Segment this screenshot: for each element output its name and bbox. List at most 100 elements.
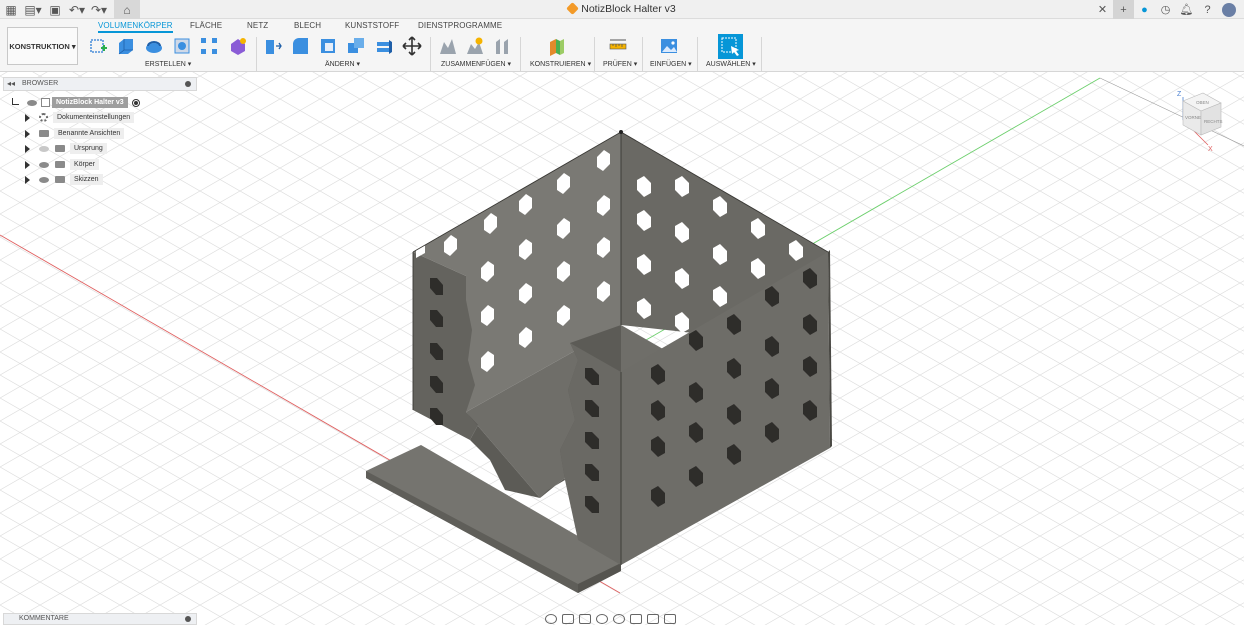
orbit-icon[interactable] [545, 613, 557, 624]
user-avatar[interactable] [1222, 2, 1236, 17]
tree-item-benannte-ansichten[interactable]: Benannte Ansichten [25, 127, 125, 140]
ribbon-separator [594, 37, 595, 71]
ribbon-separator [697, 37, 698, 71]
tree-item-koerper[interactable]: Körper [25, 158, 100, 171]
component-icon [41, 98, 50, 107]
joint-icon[interactable] [465, 36, 485, 56]
add-comment-icon[interactable] [185, 616, 191, 622]
new-component-icon[interactable] [438, 36, 458, 56]
folder-icon [55, 161, 65, 168]
ribbon-separator [520, 37, 521, 71]
shell-icon[interactable] [318, 36, 338, 56]
visibility-eye-icon[interactable] [39, 145, 49, 152]
tab-netz[interactable]: NETZ [247, 21, 268, 30]
tree-item-label: Ursprung [70, 143, 107, 154]
tab-kunststoff[interactable]: KUNSTSTOFF [345, 21, 399, 30]
tab-flaeche[interactable]: FLÄCHE [190, 21, 222, 30]
viewports-icon[interactable] [664, 613, 676, 624]
grid-settings-icon[interactable] [647, 613, 659, 624]
collapse-panel-icon[interactable]: ◂◂ [7, 79, 15, 88]
expand-icon[interactable] [25, 129, 30, 138]
tree-item-label: Benannte Ansichten [54, 128, 125, 139]
tree-item-dokumenteinstellungen[interactable]: Dokumenteinstellungen [25, 111, 135, 124]
expand-icon[interactable] [12, 98, 19, 105]
group-aendern[interactable]: ÄNDERN ▾ [325, 60, 360, 68]
new-tab-icon[interactable]: + [1113, 0, 1134, 19]
select-icon[interactable] [718, 34, 743, 59]
folder-icon [39, 130, 49, 137]
tree-item-ursprung[interactable]: Ursprung [25, 142, 107, 155]
folder-icon [55, 145, 65, 152]
fillet-icon[interactable] [290, 36, 310, 56]
gear-icon [39, 113, 48, 122]
tab-blech[interactable]: BLECH [294, 21, 321, 30]
group-konstruieren[interactable]: KONSTRUIEREN ▾ [530, 60, 591, 68]
tree-root[interactable]: NotizBlock Halter v3 [12, 96, 140, 109]
visibility-eye-icon[interactable] [39, 161, 49, 168]
revolve-icon[interactable] [144, 36, 164, 56]
zoom-icon[interactable] [596, 613, 608, 624]
document-icon [566, 2, 580, 15]
job-status-icon[interactable]: ◷ [1155, 0, 1176, 19]
viewcube-right-label: RECHTS [1204, 119, 1223, 124]
ribbon-separator [642, 37, 643, 71]
group-auswaehlen[interactable]: AUSWÄHLEN ▾ [706, 60, 756, 68]
tree-item-label: Körper [70, 159, 100, 170]
visibility-eye-icon[interactable] [39, 176, 49, 183]
title-bar-actions: ✕ + ● ◷ 🔔︎ ? [1092, 0, 1244, 19]
folder-icon [55, 176, 65, 183]
pan-hand-icon[interactable] [579, 613, 591, 624]
comments-panel[interactable]: KOMMENTARE [3, 613, 197, 625]
expand-icon[interactable] [25, 175, 30, 184]
tree-item-label: Skizzen [70, 174, 103, 185]
look-at-icon[interactable] [562, 613, 574, 624]
browser-title: BROWSER [22, 80, 59, 87]
insert-image-icon[interactable] [659, 36, 679, 56]
create-sketch-icon[interactable] [88, 36, 108, 56]
view-cube[interactable]: Z X OBEN VORNE RECHTS [1166, 85, 1230, 153]
fusion-window: ▦ ▤▾ ▣ ↶▾ ↷▾ ⌂ NotizBlock Halter v3 ✕ + … [0, 0, 1244, 625]
ribbon-separator [761, 37, 762, 71]
expand-icon[interactable] [25, 160, 30, 169]
pin-icon[interactable] [185, 81, 191, 87]
navigation-bar [545, 612, 676, 625]
model-vertex [619, 130, 623, 134]
extensions-icon[interactable]: ● [1134, 0, 1155, 19]
pattern-icon[interactable] [199, 36, 219, 56]
extrude-icon[interactable] [116, 36, 136, 56]
hole-icon[interactable] [172, 36, 192, 56]
canvas-viewport[interactable] [0, 72, 1244, 625]
notifications-icon[interactable]: 🔔︎ [1176, 0, 1197, 19]
tree-item-skizzen[interactable]: Skizzen [25, 173, 103, 186]
fit-zoom-icon[interactable] [613, 613, 625, 624]
construct-plane-icon[interactable] [547, 36, 567, 56]
expand-icon[interactable] [25, 113, 30, 122]
press-pull-icon[interactable] [262, 36, 282, 56]
viewcube-front-label: VORNE [1185, 115, 1201, 120]
form-icon[interactable] [228, 36, 248, 56]
activate-component-icon[interactable] [131, 98, 140, 107]
ribbon-separator [430, 37, 431, 71]
group-zusammenfuegen[interactable]: ZUSAMMENFÜGEN ▾ [441, 60, 511, 68]
workspace-switcher[interactable]: KONSTRUKTION ▾ [7, 27, 78, 65]
axis-x-label: X [1208, 146, 1213, 153]
help-icon[interactable]: ? [1197, 0, 1218, 19]
group-einfuegen[interactable]: EINFÜGEN ▾ [650, 60, 692, 68]
visibility-eye-icon[interactable] [27, 99, 37, 106]
document-title: NotizBlock Halter v3 [0, 2, 1244, 15]
combine-icon[interactable] [346, 36, 366, 56]
toolbar-ribbon: VOLUMENKÖRPER FLÄCHE NETZ BLECH KUNSTSTO… [0, 19, 1244, 72]
title-bar: ▦ ▤▾ ▣ ↶▾ ↷▾ ⌂ NotizBlock Halter v3 ✕ + … [0, 0, 1244, 19]
tab-dienstprogramme[interactable]: DIENSTPROGRAMME [418, 21, 502, 30]
measure-icon[interactable] [608, 36, 628, 56]
comments-title: KOMMENTARE [19, 615, 69, 622]
move-copy-icon[interactable] [402, 36, 422, 56]
display-settings-icon[interactable] [630, 613, 642, 624]
expand-icon[interactable] [25, 144, 30, 153]
close-tab-icon[interactable]: ✕ [1092, 0, 1113, 19]
as-built-joint-icon[interactable] [493, 36, 513, 56]
group-pruefen[interactable]: PRÜFEN ▾ [603, 60, 637, 68]
group-erstellen[interactable]: ERSTELLEN ▾ [145, 60, 191, 68]
tab-volumenkoerper[interactable]: VOLUMENKÖRPER [98, 21, 173, 33]
offset-face-icon[interactable] [374, 36, 394, 56]
